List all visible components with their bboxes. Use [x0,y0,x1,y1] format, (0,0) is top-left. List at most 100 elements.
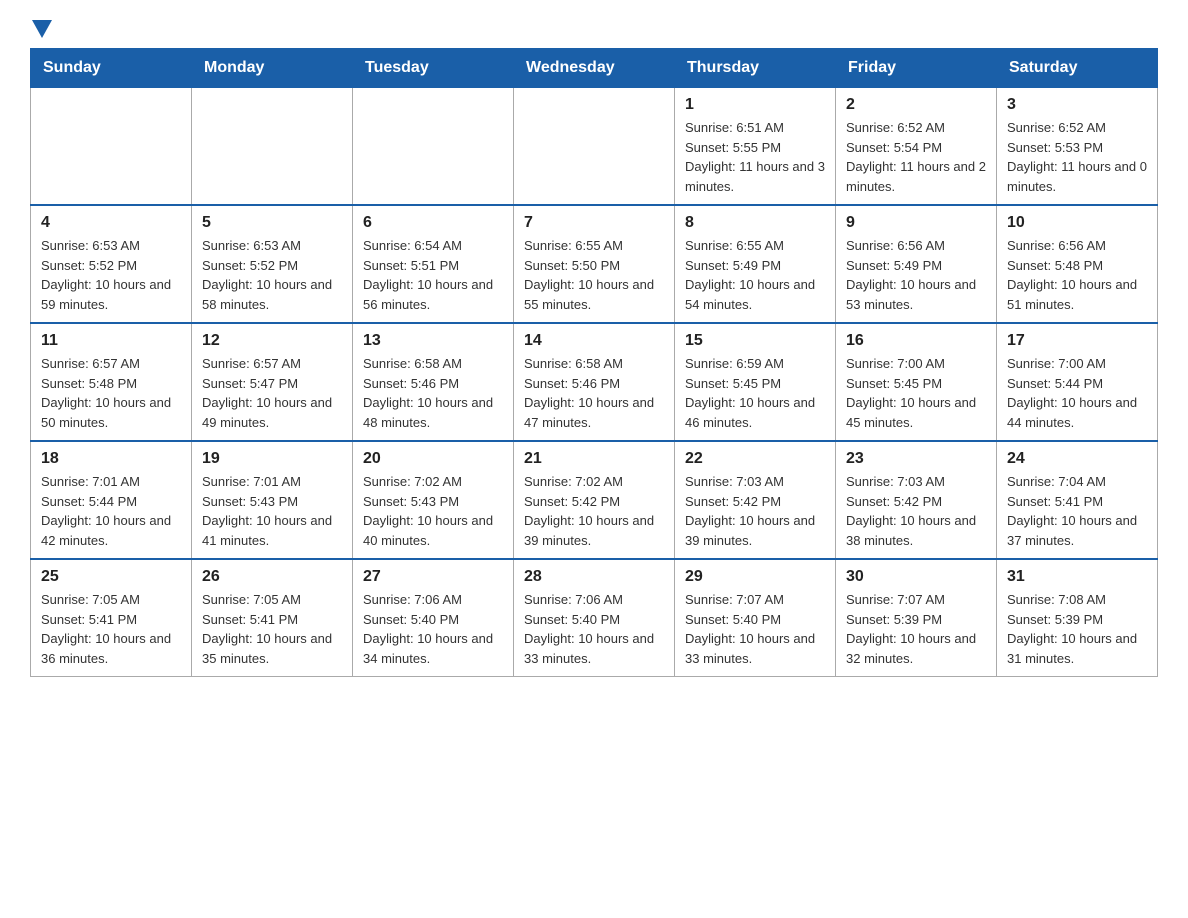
day-number: 10 [1007,214,1147,232]
day-info: Sunrise: 6:55 AMSunset: 5:49 PMDaylight:… [685,236,825,314]
table-row: 16 Sunrise: 7:00 AMSunset: 5:45 PMDayligh… [836,323,997,441]
day-info: Sunrise: 6:53 AMSunset: 5:52 PMDaylight:… [41,236,181,314]
day-info: Sunrise: 6:57 AMSunset: 5:47 PMDaylight:… [202,354,342,432]
day-info: Sunrise: 7:03 AMSunset: 5:42 PMDaylight:… [846,472,986,550]
day-number: 18 [41,450,181,468]
day-info: Sunrise: 6:54 AMSunset: 5:51 PMDaylight:… [363,236,503,314]
day-number: 8 [685,214,825,232]
table-row: 14 Sunrise: 6:58 AMSunset: 5:46 PMDayligh… [514,323,675,441]
day-info: Sunrise: 7:02 AMSunset: 5:42 PMDaylight:… [524,472,664,550]
table-row: 6 Sunrise: 6:54 AMSunset: 5:51 PMDaylight… [353,205,514,323]
day-info: Sunrise: 6:58 AMSunset: 5:46 PMDaylight:… [363,354,503,432]
day-number: 11 [41,332,181,350]
day-info: Sunrise: 7:06 AMSunset: 5:40 PMDaylight:… [363,590,503,668]
day-info: Sunrise: 6:56 AMSunset: 5:49 PMDaylight:… [846,236,986,314]
table-row: 24 Sunrise: 7:04 AMSunset: 5:41 PMDayligh… [997,441,1158,559]
day-number: 21 [524,450,664,468]
weekday-header-friday: Friday [836,49,997,88]
weekday-header-monday: Monday [192,49,353,88]
day-info: Sunrise: 6:52 AMSunset: 5:54 PMDaylight:… [846,118,986,196]
page-header [30,20,1158,38]
day-info: Sunrise: 6:59 AMSunset: 5:45 PMDaylight:… [685,354,825,432]
day-info: Sunrise: 7:06 AMSunset: 5:40 PMDaylight:… [524,590,664,668]
day-number: 24 [1007,450,1147,468]
table-row: 20Sunrise: 7:02 AMSunset: 5:43 PMDayligh… [353,441,514,559]
table-row: 29 Sunrise: 7:07 AMSunset: 5:40 PMDayligh… [675,559,836,677]
day-number: 12 [202,332,342,350]
table-row: 10 Sunrise: 6:56 AMSunset: 5:48 PMDayligh… [997,205,1158,323]
calendar-week-4: 18 Sunrise: 7:01 AMSunset: 5:44 PMDayligh… [31,441,1158,559]
day-info: Sunrise: 6:56 AMSunset: 5:48 PMDaylight:… [1007,236,1147,314]
table-row: 9 Sunrise: 6:56 AMSunset: 5:49 PMDaylight… [836,205,997,323]
weekday-header-saturday: Saturday [997,49,1158,88]
table-row [192,88,353,206]
day-number: 7 [524,214,664,232]
table-row: 22Sunrise: 7:03 AMSunset: 5:42 PMDayligh… [675,441,836,559]
day-number: 15 [685,332,825,350]
day-number: 23 [846,450,986,468]
table-row: 15 Sunrise: 6:59 AMSunset: 5:45 PMDayligh… [675,323,836,441]
day-number: 30 [846,568,986,586]
day-info: Sunrise: 6:58 AMSunset: 5:46 PMDaylight:… [524,354,664,432]
day-number: 1 [685,96,825,114]
table-row: 1 Sunrise: 6:51 AMSunset: 5:55 PMDaylight… [675,88,836,206]
table-row: 17 Sunrise: 7:00 AMSunset: 5:44 PMDayligh… [997,323,1158,441]
day-info: Sunrise: 7:04 AMSunset: 5:41 PMDaylight:… [1007,472,1147,550]
day-info: Sunrise: 7:01 AMSunset: 5:43 PMDaylight:… [202,472,342,550]
table-row: 11 Sunrise: 6:57 AMSunset: 5:48 PMDayligh… [31,323,192,441]
day-number: 9 [846,214,986,232]
table-row: 25Sunrise: 7:05 AMSunset: 5:41 PMDayligh… [31,559,192,677]
calendar-table: SundayMondayTuesdayWednesdayThursdayFrid… [30,48,1158,677]
day-number: 31 [1007,568,1147,586]
table-row [514,88,675,206]
day-number: 3 [1007,96,1147,114]
day-info: Sunrise: 6:57 AMSunset: 5:48 PMDaylight:… [41,354,181,432]
day-info: Sunrise: 6:52 AMSunset: 5:53 PMDaylight:… [1007,118,1147,196]
table-row: 28 Sunrise: 7:06 AMSunset: 5:40 PMDayligh… [514,559,675,677]
table-row: 13Sunrise: 6:58 AMSunset: 5:46 PMDayligh… [353,323,514,441]
day-info: Sunrise: 7:05 AMSunset: 5:41 PMDaylight:… [202,590,342,668]
table-row: 26 Sunrise: 7:05 AMSunset: 5:41 PMDayligh… [192,559,353,677]
day-number: 26 [202,568,342,586]
day-info: Sunrise: 7:07 AMSunset: 5:40 PMDaylight:… [685,590,825,668]
table-row: 19Sunrise: 7:01 AMSunset: 5:43 PMDayligh… [192,441,353,559]
day-number: 28 [524,568,664,586]
table-row: 27 Sunrise: 7:06 AMSunset: 5:40 PMDayligh… [353,559,514,677]
day-number: 17 [1007,332,1147,350]
weekday-header-tuesday: Tuesday [353,49,514,88]
table-row: 21 Sunrise: 7:02 AMSunset: 5:42 PMDayligh… [514,441,675,559]
calendar-week-2: 4 Sunrise: 6:53 AMSunset: 5:52 PMDaylight… [31,205,1158,323]
weekday-header-wednesday: Wednesday [514,49,675,88]
day-info: Sunrise: 6:51 AMSunset: 5:55 PMDaylight:… [685,118,825,196]
day-info: Sunrise: 7:00 AMSunset: 5:44 PMDaylight:… [1007,354,1147,432]
table-row: 30Sunrise: 7:07 AMSunset: 5:39 PMDayligh… [836,559,997,677]
table-row: 2 Sunrise: 6:52 AMSunset: 5:54 PMDaylight… [836,88,997,206]
day-number: 6 [363,214,503,232]
day-info: Sunrise: 7:05 AMSunset: 5:41 PMDaylight:… [41,590,181,668]
day-number: 5 [202,214,342,232]
calendar-header-row: SundayMondayTuesdayWednesdayThursdayFrid… [31,49,1158,88]
weekday-header-thursday: Thursday [675,49,836,88]
table-row: 3 Sunrise: 6:52 AMSunset: 5:53 PMDaylight… [997,88,1158,206]
calendar-week-3: 11 Sunrise: 6:57 AMSunset: 5:48 PMDayligh… [31,323,1158,441]
day-number: 2 [846,96,986,114]
day-info: Sunrise: 6:53 AMSunset: 5:52 PMDaylight:… [202,236,342,314]
table-row: 5 Sunrise: 6:53 AMSunset: 5:52 PMDaylight… [192,205,353,323]
table-row: 12 Sunrise: 6:57 AMSunset: 5:47 PMDayligh… [192,323,353,441]
table-row: 23 Sunrise: 7:03 AMSunset: 5:42 PMDayligh… [836,441,997,559]
table-row [31,88,192,206]
day-number: 22 [685,450,825,468]
day-info: Sunrise: 7:00 AMSunset: 5:45 PMDaylight:… [846,354,986,432]
day-number: 16 [846,332,986,350]
day-number: 4 [41,214,181,232]
day-number: 27 [363,568,503,586]
day-info: Sunrise: 7:08 AMSunset: 5:39 PMDaylight:… [1007,590,1147,668]
weekday-header-sunday: Sunday [31,49,192,88]
day-number: 14 [524,332,664,350]
day-info: Sunrise: 6:55 AMSunset: 5:50 PMDaylight:… [524,236,664,314]
day-info: Sunrise: 7:02 AMSunset: 5:43 PMDaylight:… [363,472,503,550]
table-row [353,88,514,206]
day-number: 29 [685,568,825,586]
logo-triangle-icon [32,20,52,38]
day-info: Sunrise: 7:01 AMSunset: 5:44 PMDaylight:… [41,472,181,550]
